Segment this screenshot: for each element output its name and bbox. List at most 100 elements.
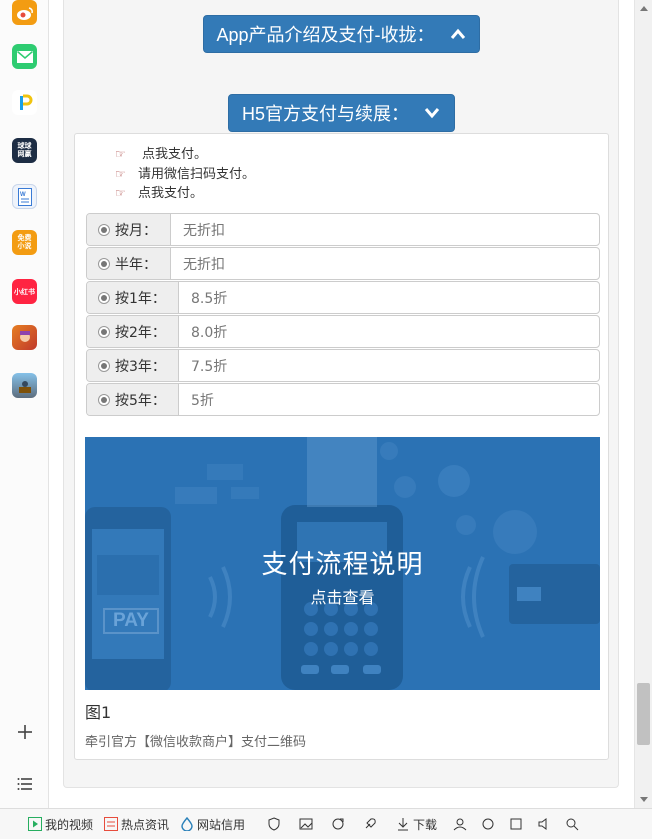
vertical-scrollbar[interactable] [634,0,652,808]
scroll-up-arrow-icon[interactable] [640,6,648,11]
radio-addon[interactable]: 按2年： [87,316,179,347]
content-panel: App产品介绍及支付-收拢： H5官方支付与续展： ☞ 点我支付。 ☞ 请用微信… [63,0,619,788]
game-character-icon[interactable] [12,325,37,350]
xiaohongshu-icon[interactable]: 小红书 [12,279,37,304]
wechat-scan-link[interactable]: ☞ 请用微信扫码支付。 [115,165,255,185]
page-content: App产品介绍及支付-收拢： H5官方支付与续展： ☞ 点我支付。 ☞ 请用微信… [49,0,634,808]
option-label: 半年： [115,256,157,273]
h5-button-label: H5官方支付与续展： [241,104,409,124]
pricing-option-half-year[interactable]: 半年： 无折扣 [86,247,600,280]
app-dock: 球球网赢 W 免费小说 小红书 [0,0,49,808]
radio-button[interactable] [98,325,110,338]
shield-icon[interactable] [267,817,281,831]
my-videos-item[interactable]: 我的视频 [27,816,93,833]
pointing-hand-icon: ☞ [115,186,126,200]
search-icon[interactable] [565,817,579,831]
option-discount-field[interactable]: 7.5折 [179,350,599,381]
weibo-icon[interactable] [12,0,37,25]
pointing-hand-icon: ☞ [115,147,126,161]
radio-addon[interactable]: 按3年： [87,350,179,381]
rocket-icon[interactable] [363,817,377,831]
my-videos-label: 我的视频 [45,817,94,832]
pointing-hand-icon: ☞ [115,166,126,181]
radio-button[interactable] [98,291,110,304]
scroll-down-arrow-icon[interactable] [640,797,648,802]
pay-link[interactable]: ☞ 点我支付。 [115,145,255,165]
option-discount-value: 5折 [191,392,214,409]
pay-link-list: ☞ 点我支付。 ☞ 请用微信扫码支付。 ☞ 点我支付。 [115,145,255,204]
h5-payment-panel: ☞ 点我支付。 ☞ 请用微信扫码支付。 ☞ 点我支付。 按月： 无折扣 半年： … [74,133,609,760]
chevron-up-icon [449,25,467,43]
pricing-option-1-year[interactable]: 按1年： 8.5折 [86,281,600,314]
option-discount-field[interactable]: 8.0折 [179,316,599,347]
radio-addon[interactable]: 按月： [87,214,171,245]
option-discount-value: 无折扣 [183,256,225,273]
add-icon[interactable] [12,719,37,744]
browser-status-bar: 我的视频 热点资讯 网站信用 下载 [0,808,652,839]
option-discount-field[interactable]: 无折扣 [171,214,599,245]
option-label: 按5年： [115,392,166,409]
banner-title: 支付流程说明 [261,550,424,580]
pay-link-text[interactable]: 点我支付。 [138,184,203,204]
water-drop-icon [179,817,194,832]
option-discount-value: 无折扣 [183,222,225,239]
scrollbar-thumb[interactable] [637,683,650,745]
radio-button[interactable] [98,223,110,236]
option-label: 按月： [115,222,157,239]
hot-news-item[interactable]: 热点资讯 [103,816,169,833]
word-doc-icon[interactable]: W [12,184,37,209]
payment-flow-banner[interactable]: PAY 支付流程说明 点击查看 [85,437,600,690]
qiuqiu-icon[interactable]: 球球网赢 [12,138,37,163]
svg-text:W: W [20,192,26,198]
pricing-option-monthly[interactable]: 按月： 无折扣 [86,213,600,246]
collapse-button-label: App产品介绍及支付-收拢： [216,25,435,45]
option-discount-field[interactable]: 8.5折 [179,282,599,313]
ie-icon[interactable] [481,817,495,831]
radio-addon[interactable]: 半年： [87,248,171,279]
banner-view-link[interactable]: 点击查看 [85,584,600,608]
free-novel-label: 免费小说 [17,234,32,250]
pricing-option-2-year[interactable]: 按2年： 8.0折 [86,315,600,348]
option-label: 按3年： [115,358,166,375]
figure-caption: 牵引官方【微信收款商户】支付二维码 [85,735,307,750]
option-label: 按1年： [115,290,166,307]
p-app-icon[interactable] [12,90,37,115]
option-discount-field[interactable]: 无折扣 [171,248,599,279]
download-icon [395,817,410,832]
radio-button[interactable] [98,393,110,406]
video-play-icon [27,817,42,832]
pay-link[interactable]: ☞ 点我支付。 [115,184,255,204]
option-discount-value: 8.5折 [191,290,228,307]
option-discount-field[interactable]: 5折 [179,384,599,415]
xiaohongshu-label: 小红书 [14,288,35,296]
mail-icon[interactable] [12,44,37,69]
radio-button[interactable] [98,257,110,270]
window-icon[interactable] [509,817,523,831]
radio-button[interactable] [98,359,110,372]
pubg-game-icon[interactable] [12,373,37,398]
radio-addon[interactable]: 按5年： [87,384,179,415]
pricing-option-5-year[interactable]: 按5年： 5折 [86,383,600,416]
user-icon[interactable] [453,817,467,831]
free-novel-icon[interactable]: 免费小说 [12,230,37,255]
pricing-option-3-year[interactable]: 按3年： 7.5折 [86,349,600,382]
download-item[interactable]: 下载 [395,816,437,833]
site-credit-item[interactable]: 网站信用 [179,816,245,833]
news-icon [103,817,118,832]
wechat-scan-text[interactable]: 请用微信扫码支付。 [138,165,255,185]
image-icon[interactable] [299,817,313,831]
refresh-icon[interactable] [331,817,345,831]
option-label: 按2年： [115,324,166,341]
qiuqiu-label: 球球网赢 [17,142,32,158]
h5-payment-toggle-button[interactable]: H5官方支付与续展： [228,94,455,132]
pay-link-text[interactable]: 点我支付。 [138,145,207,165]
hot-news-label: 热点资讯 [121,817,170,832]
site-credit-label: 网站信用 [197,817,246,832]
download-label: 下载 [413,817,438,832]
option-discount-value: 7.5折 [191,358,228,375]
collapse-app-intro-button[interactable]: App产品介绍及支付-收拢： [203,15,480,53]
list-menu-icon[interactable] [12,771,37,796]
radio-addon[interactable]: 按1年： [87,282,179,313]
speaker-icon[interactable] [537,817,551,831]
pay-text-label: PAY [113,610,149,631]
